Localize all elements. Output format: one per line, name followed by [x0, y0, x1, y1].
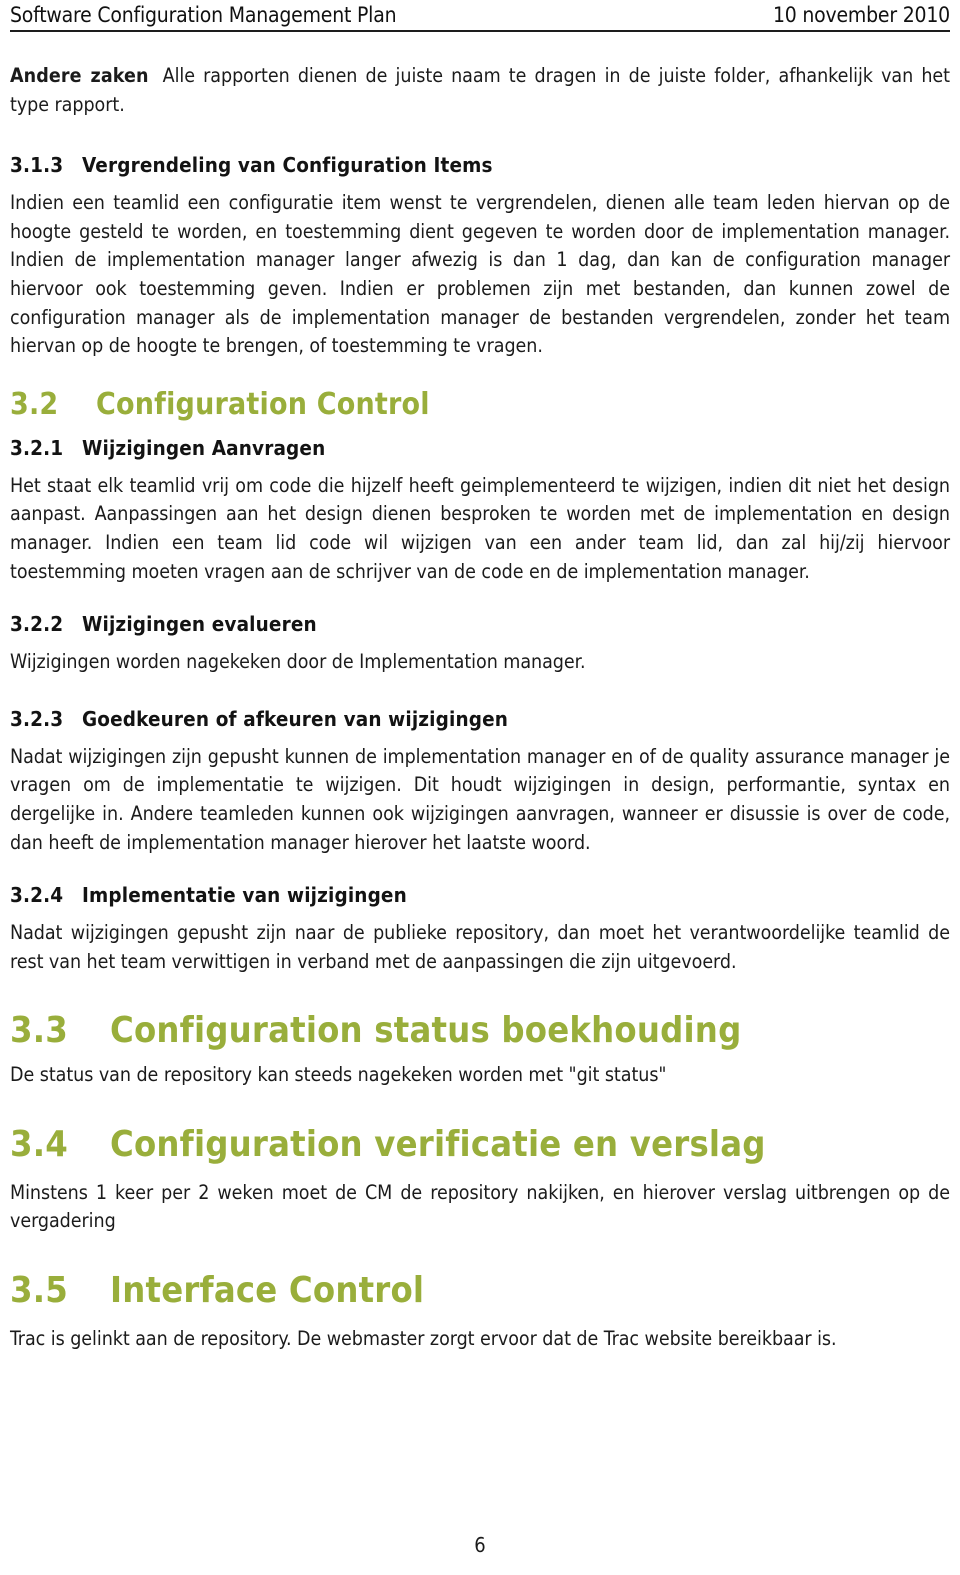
heading-3-5-title: Interface Control — [110, 1270, 425, 1312]
heading-3-5: 3.5 Interface Control — [10, 1270, 950, 1311]
header-document-title: Software Configuration Management Plan — [10, 3, 397, 27]
heading-3-4-number: 3.4 — [10, 1123, 68, 1165]
heading-3-5-number: 3.5 — [10, 1270, 68, 1312]
heading-3-2-4-number: 3.2.4 — [10, 883, 64, 908]
heading-3-2-1-title: Wijzigingen Aanvragen — [82, 435, 326, 460]
running-header: Software Configuration Management Plan 1… — [10, 0, 950, 29]
heading-3-3-number: 3.3 — [10, 1010, 68, 1052]
header-date: 10 november 2010 — [772, 3, 950, 27]
heading-3-2-4: 3.2.4 Implementatie van wijzigingen — [10, 883, 950, 907]
heading-3-1-3-title: Vergrendeling van Configuration Items — [82, 153, 493, 178]
paragraph-3-2-2: Wijzigingen worden nagekeken door de Imp… — [10, 650, 586, 674]
heading-3-4-title: Configuration verificatie en verslag — [110, 1123, 766, 1165]
heading-3-2-3: 3.2.3 Goedkeuren of afkeuren van wijzigin… — [10, 707, 950, 731]
heading-3-1-3: 3.1.3 Vergrendeling van Configuration Ite… — [10, 153, 950, 177]
heading-3-2-2: 3.2.2 Wijzigingen evalueren — [10, 612, 950, 636]
paragraph-3-2-1: Het staat elk teamlid vrij om code die h… — [10, 473, 950, 583]
paragraph-3-2-3: Nadat wijzigingen zijn gepusht kunnen de… — [10, 744, 950, 854]
heading-3-2: 3.2 Configuration Control — [10, 387, 950, 422]
heading-3-2-2-number: 3.2.2 — [10, 612, 64, 637]
paragraph-3-5: Trac is gelinkt aan de repository. De we… — [10, 1327, 837, 1351]
heading-3-3: 3.3 Configuration status boekhouding — [10, 1010, 950, 1051]
document-page: Software Configuration Management Plan 1… — [0, 0, 960, 1575]
paragraph-3-3: De status van de repository kan steeds n… — [10, 1063, 667, 1087]
heading-3-2-1-number: 3.2.1 — [10, 435, 64, 460]
paragraph-andere-zaken-text: Alle rapporten dienen de juiste naam te … — [10, 64, 950, 116]
heading-3-2-number: 3.2 — [10, 386, 59, 422]
heading-3-2-3-title: Goedkeuren of afkeuren van wijzigingen — [82, 706, 509, 731]
heading-3-2-title: Configuration Control — [96, 386, 430, 422]
heading-3-2-1: 3.2.1 Wijzigingen Aanvragen — [10, 436, 950, 460]
heading-3-2-4-title: Implementatie van wijzigingen — [82, 883, 407, 908]
paragraph-3-1-3: Indien een teamlid een configuratie item… — [10, 191, 950, 358]
heading-3-2-3-number: 3.2.3 — [10, 706, 64, 731]
heading-3-3-title: Configuration status boekhouding — [110, 1010, 742, 1052]
paragraph-3-2-4: Nadat wijzigingen gepusht zijn naar de p… — [10, 921, 950, 973]
paragraph-3-4: Minstens 1 keer per 2 weken moet de CM d… — [10, 1180, 950, 1233]
paragraph-andere-zaken: Andere zaken Alle rapporten dienen de jui… — [10, 62, 950, 119]
heading-3-1-3-number: 3.1.3 — [10, 153, 64, 178]
heading-3-2-2-title: Wijzigingen evalueren — [82, 612, 317, 637]
heading-3-4: 3.4 Configuration verificatie en verslag — [10, 1124, 950, 1165]
page-number-footer: 6 — [474, 1533, 486, 1557]
lead-in-label-andere-zaken: Andere zaken — [10, 64, 149, 87]
